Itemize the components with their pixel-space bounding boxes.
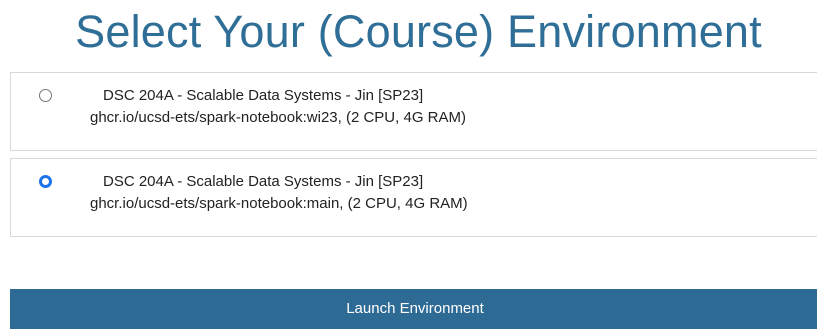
environment-option-title: DSC 204A - Scalable Data Systems - Jin [… bbox=[103, 173, 424, 190]
environment-radio-wi23[interactable] bbox=[39, 89, 52, 102]
environment-radio-main[interactable] bbox=[39, 175, 52, 188]
environment-option-image: ghcr.io/ucsd-ets/spark-notebook:main, (2… bbox=[90, 195, 468, 212]
page-title: Select Your (Course) Environment bbox=[75, 6, 762, 57]
environment-option-wi23[interactable]: DSC 204A - Scalable Data Systems - Jin [… bbox=[10, 72, 817, 151]
environment-option-title: DSC 204A - Scalable Data Systems - Jin [… bbox=[103, 87, 424, 104]
launch-environment-button[interactable]: Launch Environment bbox=[10, 289, 817, 329]
environment-option-main[interactable]: DSC 204A - Scalable Data Systems - Jin [… bbox=[10, 158, 817, 237]
environment-option-image: ghcr.io/ucsd-ets/spark-notebook:wi23, (2… bbox=[90, 109, 466, 126]
